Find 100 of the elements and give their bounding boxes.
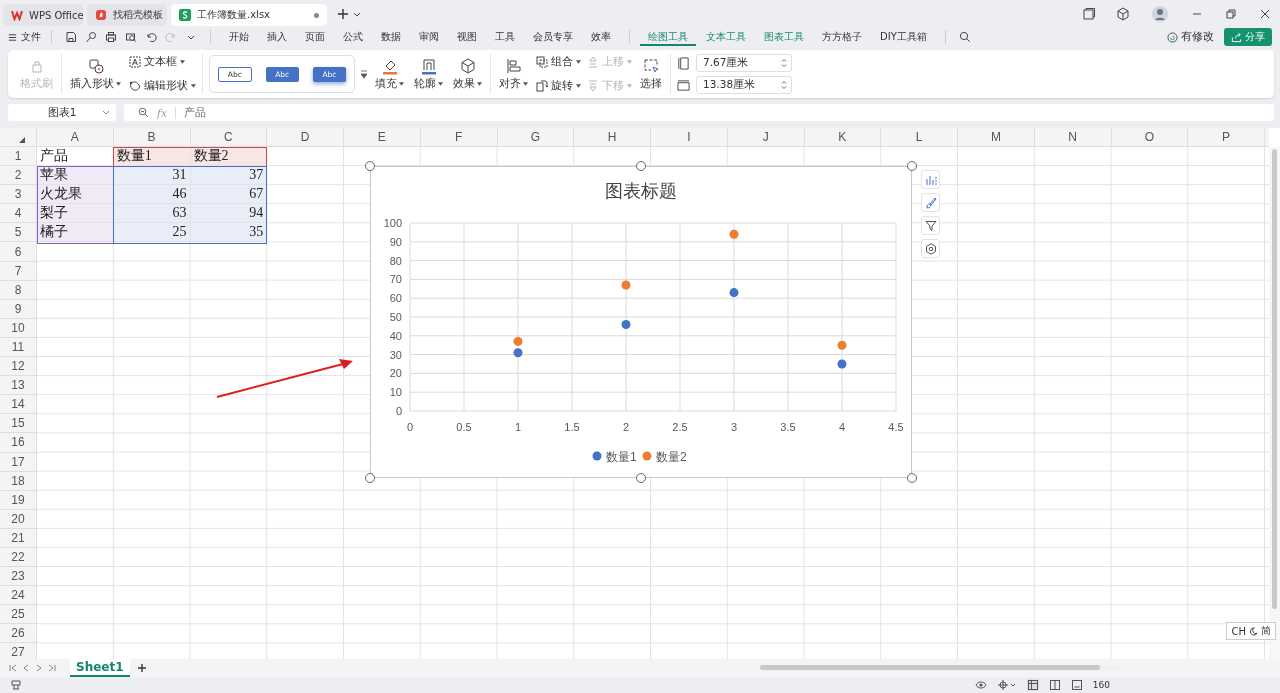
previous-sheet-icon[interactable] [21, 663, 31, 673]
print-preview-icon[interactable] [125, 31, 137, 43]
row-header[interactable]: 19 [0, 490, 37, 510]
resize-handle[interactable] [907, 473, 917, 483]
ribbon-tab[interactable]: 公式 [335, 28, 371, 46]
ribbon-tab[interactable]: 工具 [487, 28, 523, 46]
row-header[interactable]: 14 [0, 395, 37, 415]
ribbon-tab[interactable]: 效率 [583, 28, 619, 46]
row-header[interactable]: 5 [0, 223, 37, 243]
column-header[interactable]: N [1034, 128, 1112, 146]
document-tab[interactable]: 工作簿数量.xlsx [171, 4, 327, 26]
vertical-scrollbar[interactable] [1269, 147, 1280, 659]
outline-button[interactable]: 轮廓 [412, 57, 445, 91]
resize-handle[interactable] [365, 473, 375, 483]
avatar-icon[interactable] [1152, 6, 1168, 22]
pin-icon[interactable] [85, 31, 97, 43]
row-header[interactable]: 8 [0, 280, 37, 300]
column-header[interactable]: P [1188, 128, 1265, 146]
row-header[interactable]: 9 [0, 299, 37, 319]
row-header[interactable]: 22 [0, 547, 37, 568]
column-header[interactable]: K [804, 128, 882, 146]
row-header[interactable]: 17 [0, 452, 37, 472]
width-input-field[interactable]: 13.38厘米 [696, 76, 792, 94]
document-tab[interactable]: WPS Office [3, 4, 83, 26]
formula-input-field[interactable]: fx 产品 [124, 104, 1274, 121]
new-tab-icon[interactable] [337, 8, 349, 20]
chart-filter-button[interactable] [921, 216, 940, 235]
column-header[interactable]: H [574, 128, 651, 146]
add-sheet-icon[interactable] [136, 663, 147, 673]
macro-icon[interactable] [10, 679, 22, 691]
cube-icon[interactable] [1116, 7, 1130, 21]
print-icon[interactable] [105, 31, 117, 43]
row-header[interactable]: 12 [0, 357, 37, 377]
row-header[interactable]: 6 [0, 242, 37, 262]
row-header[interactable]: 4 [0, 204, 37, 224]
zoom-out-icon[interactable] [138, 107, 149, 118]
ribbon-tab[interactable]: 审阅 [411, 28, 447, 46]
edit-shape-button[interactable]: 编辑形状 [129, 79, 196, 93]
row-header[interactable]: 25 [0, 605, 37, 625]
column-header[interactable]: F [420, 128, 498, 146]
row-header[interactable]: 21 [0, 528, 37, 548]
name-box[interactable]: 图表1 [8, 104, 116, 121]
column-header[interactable]: G [497, 128, 575, 146]
row-header[interactable]: 2 [0, 166, 37, 186]
column-header[interactable]: J [727, 128, 805, 146]
page-break-view-icon[interactable] [1070, 679, 1083, 691]
column-header[interactable]: L [881, 128, 958, 146]
ribbon-tab[interactable]: 图表工具 [756, 28, 812, 46]
fill-button[interactable]: 填充 [373, 57, 406, 91]
row-header[interactable]: 7 [0, 261, 37, 281]
first-sheet-icon[interactable] [8, 663, 18, 673]
undo-icon[interactable] [145, 31, 157, 43]
ribbon-tab[interactable]: 页面 [297, 28, 333, 46]
next-sheet-icon[interactable] [34, 663, 44, 673]
document-tab[interactable]: 找稻壳模板 [87, 4, 167, 26]
file-menu[interactable]: 文件 [8, 30, 41, 44]
resize-handle[interactable] [907, 161, 917, 171]
ribbon-tab[interactable]: 视图 [449, 28, 485, 46]
effect-button[interactable]: 效果 [451, 57, 484, 91]
row-header[interactable]: 18 [0, 471, 37, 491]
row-header[interactable]: 1 [0, 147, 37, 167]
row-header[interactable]: 16 [0, 433, 37, 453]
share-button[interactable]: 分享 [1224, 28, 1272, 46]
column-header[interactable]: C [190, 128, 268, 146]
row-header[interactable]: 13 [0, 376, 37, 396]
row-header[interactable]: 26 [0, 624, 37, 644]
caret-icon[interactable] [353, 11, 361, 17]
gallery-more-icon[interactable] [361, 70, 367, 78]
ribbon-tab[interactable]: DIY工具箱 [872, 28, 935, 46]
column-header[interactable]: O [1111, 128, 1189, 146]
column-header[interactable]: E [344, 128, 421, 146]
column-header[interactable]: D [267, 128, 344, 146]
column-header[interactable]: A [37, 128, 114, 146]
normal-view-icon[interactable] [1026, 679, 1039, 691]
ribbon-tab[interactable]: 插入 [259, 28, 295, 46]
close-icon[interactable] [1258, 7, 1272, 21]
input-method-indicator[interactable]: CH 简 [1226, 622, 1276, 640]
row-header[interactable]: 20 [0, 509, 37, 529]
row-header[interactable]: 11 [0, 337, 37, 358]
modified-status-button[interactable]: 有修改 [1167, 30, 1214, 44]
ribbon-tab[interactable]: 文本工具 [698, 28, 754, 46]
crosshair-icon[interactable] [996, 679, 1017, 691]
chart-style-button[interactable] [921, 193, 940, 212]
resize-handle[interactable] [365, 161, 375, 171]
save-icon[interactable] [65, 31, 77, 43]
resize-handle[interactable] [636, 161, 646, 171]
align-button[interactable]: 对齐 [497, 57, 530, 91]
page-layout-view-icon[interactable] [1048, 679, 1061, 691]
resize-handle[interactable] [636, 473, 646, 483]
scatter-chart[interactable]: 图表标题 0 10 20 30 40 50 60 70 80 90 100 0 0.5 1 1.5 2 2.5 3 3.5 4 4.5 数量1 数量2 [370, 166, 912, 478]
row-header[interactable]: 15 [0, 414, 37, 434]
row-header[interactable]: 3 [0, 185, 37, 205]
window-icon[interactable] [1082, 7, 1096, 21]
rotate-button[interactable]: 旋转 [536, 79, 581, 93]
horizontal-scrollbar[interactable] [760, 665, 1120, 671]
search-icon[interactable] [958, 31, 971, 43]
select-button[interactable]: 选择 [638, 57, 664, 91]
sheet-tab[interactable]: Sheet1 [70, 659, 130, 677]
ribbon-tab[interactable]: 方方格子 [814, 28, 870, 46]
group-button[interactable]: 组合 [536, 55, 581, 69]
